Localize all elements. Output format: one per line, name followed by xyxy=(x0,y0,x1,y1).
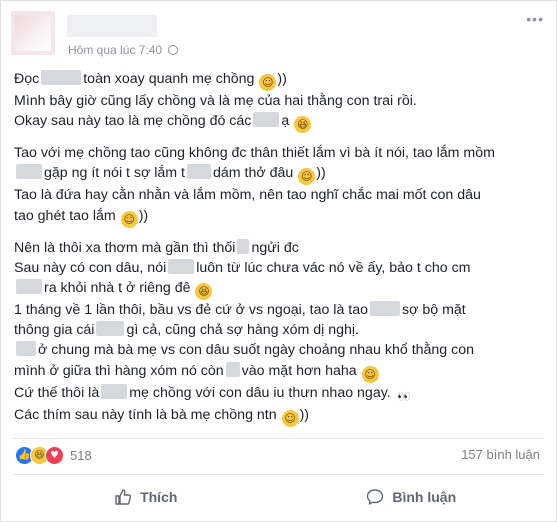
text-segment: gặp ng ít nói t sợ lắm t xyxy=(44,165,186,182)
post-header: Hôm qua lúc 7:40 ••• xyxy=(11,11,548,59)
post-line: Đọc toàn xoay quanh mẹ chồng ☺)) xyxy=(14,69,544,91)
redacted-text xyxy=(237,238,250,254)
smile-emoji-icon: ☺ xyxy=(281,409,299,427)
post-line: gặp ng ít nói t sợ lắm t dám thở đâu ☺)) xyxy=(14,163,544,186)
post-line: Các thím sau này tính là bà mẹ chồng ntn… xyxy=(14,405,544,427)
smile-emoji-icon: ☺ xyxy=(259,74,277,91)
smile-emoji-icon: ☺ xyxy=(361,365,379,383)
post-body: Đọc toàn xoay quanh mẹ chồng ☺)) Mình bây … xyxy=(14,69,544,437)
text-segment: mình ở giữa thì hàng xóm nó còn xyxy=(14,362,224,379)
text-segment: tao ghét tao lắm xyxy=(14,207,120,224)
comment-button[interactable]: Bình luận xyxy=(279,477,545,517)
text-segment: 1 tháng về 1 lần thôi, bầu vs đẻ cứ ở vs… xyxy=(14,302,369,319)
redacted-text xyxy=(96,321,125,337)
text-segment: ra khỏi nhà t ở riêng đê xyxy=(44,280,195,297)
redacted-text xyxy=(168,258,195,274)
post-line: Mình bây giờ cũng lấy chồng và là mẹ của… xyxy=(14,91,544,111)
text-segment: ạ xyxy=(281,113,294,130)
text-segment: Tao với mẹ chồng tao cũng không đc thân … xyxy=(14,145,495,162)
post-paragraph: Nên là thôi xa thơm mà gần thì thối ngửi … xyxy=(14,238,544,427)
comment-count[interactable]: 157 bình luận xyxy=(461,447,540,462)
text-segment: luôn từ lúc chưa vác nó về ấy, bảo t cho… xyxy=(196,259,471,276)
text-segment: Các thím sau này tính là bà mẹ chồng ntn xyxy=(14,406,281,423)
post-line: thông gia cái gì cả, cũng chả sợ hàng xóm… xyxy=(14,320,544,340)
redacted-text xyxy=(187,164,212,180)
text-segment: Tao là đứa hay cằn nhằn và lắm mồm, nên … xyxy=(14,187,481,204)
text-segment: dám thở đâu xyxy=(213,165,298,182)
redacted-text xyxy=(225,361,240,377)
post-paragraph: Đọc toàn xoay quanh mẹ chồng ☺)) Mình bây … xyxy=(14,69,544,134)
redacted-text xyxy=(16,164,42,180)
text-segment: )) xyxy=(299,406,310,423)
post-line: Cứ thế thôi là mẹ chồng với con dâu iu th… xyxy=(14,383,544,405)
text-segment: sợ bộ mặt xyxy=(402,302,466,319)
text-segment: Nên là thôi xa thơm mà gần thì thối xyxy=(14,239,236,256)
redacted-text xyxy=(16,279,42,295)
more-options-icon[interactable]: ••• xyxy=(526,11,544,27)
text-segment: ngửi đc xyxy=(251,239,299,256)
text-segment: Đọc xyxy=(14,71,40,87)
divider xyxy=(13,438,544,439)
post-line: ra khỏi nhà t ở riêng đê 😆 xyxy=(14,278,544,301)
laugh-emoji-icon: 😆 xyxy=(294,116,312,134)
love-reaction-icon: ♥ xyxy=(45,445,64,465)
text-segment: vào mặt hơn haha xyxy=(241,362,361,379)
globe-icon xyxy=(168,45,179,55)
redacted-text xyxy=(16,341,36,357)
text-segment: )) xyxy=(138,207,149,224)
text-segment: Cứ thế thôi là xyxy=(14,384,100,401)
reactions-summary[interactable]: 👍 😆 ♥ 518 xyxy=(15,445,92,465)
post-line: Tao là đứa hay cằn nhằn và lắm mồm, nên … xyxy=(14,185,544,205)
like-label: Thích xyxy=(140,489,178,505)
redacted-text xyxy=(253,112,280,128)
timestamp-text[interactable]: Hôm qua lúc 7:40 xyxy=(68,43,162,57)
post-line: Nên là thôi xa thơm mà gần thì thối ngửi … xyxy=(14,238,544,258)
text-segment: ở chung mà bà mẹ vs con dâu suốt ngày ch… xyxy=(38,342,475,359)
text-segment: Sau này có con dâu, nói xyxy=(14,259,167,276)
smile-emoji-icon: ☺ xyxy=(120,210,138,228)
post-line: Okay sau này tao là mẹ chồng đó các ạ 😆 xyxy=(14,111,544,134)
text-segment: thông gia cái xyxy=(14,322,95,339)
thumbs-up-icon xyxy=(115,489,132,505)
post-line: 1 tháng về 1 lần thôi, bầu vs đẻ cứ ở vs… xyxy=(14,300,544,320)
smile-emoji-icon: ☺ xyxy=(298,168,316,186)
post-paragraph: Tao với mẹ chồng tao cũng không đc thân … xyxy=(14,143,544,228)
laugh-emoji-icon: 😆 xyxy=(195,283,213,301)
redacted-text xyxy=(370,301,401,317)
text-segment: toàn xoay quanh mẹ chồng xyxy=(83,71,259,87)
text-segment: Mình bây giờ cũng lấy chồng và là mẹ của… xyxy=(14,93,417,109)
eyes-emoji-icon: 👀 xyxy=(397,389,411,403)
post-actions: Thích Bình luận xyxy=(13,477,544,517)
text-segment: )) xyxy=(316,165,326,182)
text-segment: mẹ chồng với con dâu iu thưn nhao ngay. xyxy=(129,384,395,401)
comment-label: Bình luận xyxy=(392,489,457,505)
text-segment: gì cả, cũng chả sợ hàng xóm dị nghị. xyxy=(126,322,359,339)
post-line: Sau này có con dâu, nói luôn từ lúc chưa … xyxy=(14,258,544,278)
divider xyxy=(13,474,544,475)
post-line: Tao với mẹ chồng tao cũng không đc thân … xyxy=(14,143,544,163)
post-timestamp[interactable]: Hôm qua lúc 7:40 xyxy=(68,43,179,57)
redacted-text xyxy=(41,70,82,85)
redacted-text xyxy=(101,383,128,399)
post-line: tao ghét tao lắm ☺)) xyxy=(14,206,544,228)
author-name-redacted[interactable] xyxy=(67,15,157,37)
reaction-count[interactable]: 518 xyxy=(70,448,92,463)
author-avatar[interactable] xyxy=(11,11,55,55)
text-segment: Okay sau này tao là mẹ chồng đó các xyxy=(14,113,252,130)
text-segment: )) xyxy=(277,71,287,87)
like-button[interactable]: Thích xyxy=(13,477,279,517)
post-line: mình ở giữa thì hàng xóm nó còn vào mặt h… xyxy=(14,361,544,383)
facebook-post-card: Hôm qua lúc 7:40 ••• Đọc toàn xoay quanh … xyxy=(0,0,557,522)
post-line: ở chung mà bà mẹ vs con dâu suốt ngày ch… xyxy=(14,340,544,360)
comment-bubble-icon xyxy=(367,489,384,505)
